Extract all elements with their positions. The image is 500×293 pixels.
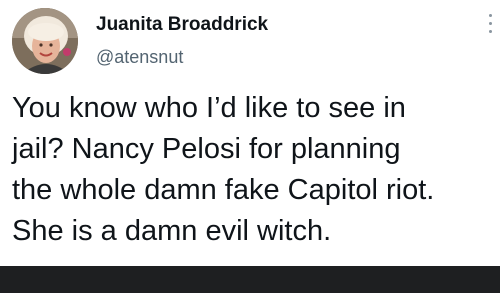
author-handle[interactable]: @atensnut xyxy=(96,47,183,68)
user-avatar-icon xyxy=(12,8,78,74)
author-display-name[interactable]: Juanita Broaddrick xyxy=(96,14,268,36)
avatar[interactable] xyxy=(12,8,78,74)
tweet-text-line: the whole damn fake Capitol riot. xyxy=(12,174,435,206)
bottom-bar xyxy=(0,266,500,293)
tweet-text-line: jail? Nancy Pelosi for planning xyxy=(12,133,401,165)
tweet-text: You know who I’d like to see in jail? Na… xyxy=(12,88,492,252)
tweet-card: Juanita Broaddrick @atensnut You know wh… xyxy=(0,0,500,266)
more-options-icon[interactable] xyxy=(486,14,494,40)
tweet-text-line: She is a damn evil witch. xyxy=(12,215,332,247)
tweet-text-line: You know who I’d like to see in xyxy=(12,92,406,124)
